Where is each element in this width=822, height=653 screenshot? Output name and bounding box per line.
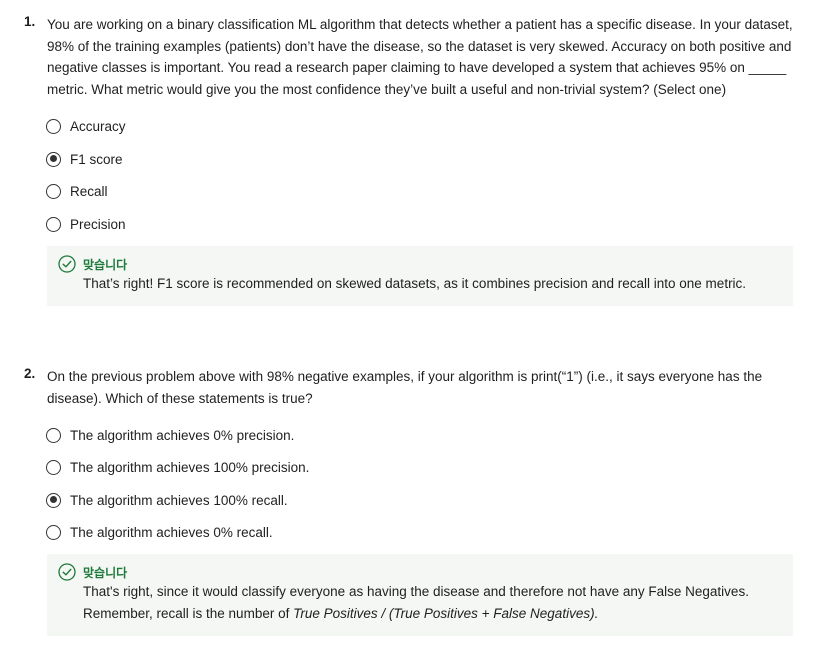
question-text: On the previous problem above with 98% n… (47, 366, 799, 409)
feedback-text-line: That's right, since it would classify ev… (83, 584, 749, 599)
check-circle-icon (58, 255, 76, 273)
radio-button[interactable] (46, 183, 61, 199)
feedback-text-line: That’s right! F1 score is recommended on… (83, 276, 747, 291)
option-label: F1 score (70, 151, 123, 167)
option-label: Precision (70, 216, 126, 232)
question-text-line: metric. What metric would give you the m… (47, 81, 727, 97)
option-0-precision[interactable]: The algorithm achieves 0% precision. (46, 425, 294, 445)
question-text-line: You are working on a binary classificati… (47, 17, 793, 32)
feedback-text: That’s right! F1 score is recommended on… (83, 273, 746, 295)
feedback-correct: 맞습니다 That's right, since it would classi… (47, 554, 793, 636)
question-text-line: disease). Which of these statements is t… (47, 390, 313, 406)
question-number: 2. (24, 366, 36, 381)
option-label: Recall (70, 183, 108, 199)
option-label: Accuracy (70, 118, 126, 134)
feedback-title: 맞습니다 (83, 258, 128, 272)
question-number: 1. (24, 14, 36, 29)
radio-button-selected[interactable] (46, 492, 61, 508)
question-text-line: negative classes is important. You read … (47, 60, 787, 75)
radio-button[interactable] (46, 118, 61, 134)
recall-formula: True Positives / (True Positives + False… (293, 606, 599, 621)
feedback-correct: 맞습니다 That’s right! F1 score is recommend… (47, 246, 793, 306)
option-label: The algorithm achieves 100% recall. (70, 492, 288, 508)
option-recall[interactable]: Recall (46, 181, 108, 201)
feedback-text: That's right, since it would classify ev… (83, 581, 749, 625)
option-accuracy[interactable]: Accuracy (46, 116, 126, 136)
radio-button[interactable] (46, 524, 61, 540)
question-text-line: On the previous problem above with 98% n… (47, 369, 763, 384)
option-label: The algorithm achieves 0% precision. (70, 427, 295, 443)
check-circle-icon (58, 563, 76, 581)
option-0-recall[interactable]: The algorithm achieves 0% recall. (46, 522, 273, 542)
option-100-recall[interactable]: The algorithm achieves 100% recall. (46, 490, 288, 510)
question-text: You are working on a binary classificati… (47, 14, 799, 100)
radio-button[interactable] (46, 216, 61, 232)
option-100-precision[interactable]: The algorithm achieves 100% precision. (46, 457, 309, 477)
option-precision[interactable]: Precision (46, 214, 126, 234)
question-text-line: 98% of the training examples (patients) … (47, 38, 792, 54)
feedback-title: 맞습니다 (83, 566, 128, 580)
radio-button[interactable] (46, 427, 61, 443)
radio-button[interactable] (46, 459, 61, 475)
radio-button-selected[interactable] (46, 151, 61, 167)
option-label: The algorithm achieves 100% precision. (70, 459, 310, 475)
option-f1-score[interactable]: F1 score (46, 149, 123, 169)
option-label: The algorithm achieves 0% recall. (70, 524, 273, 540)
recall-definition-prefix: Remember, recall is the number of (83, 606, 294, 621)
feedback-text-line: Remember, recall is the number of True P… (83, 603, 749, 625)
